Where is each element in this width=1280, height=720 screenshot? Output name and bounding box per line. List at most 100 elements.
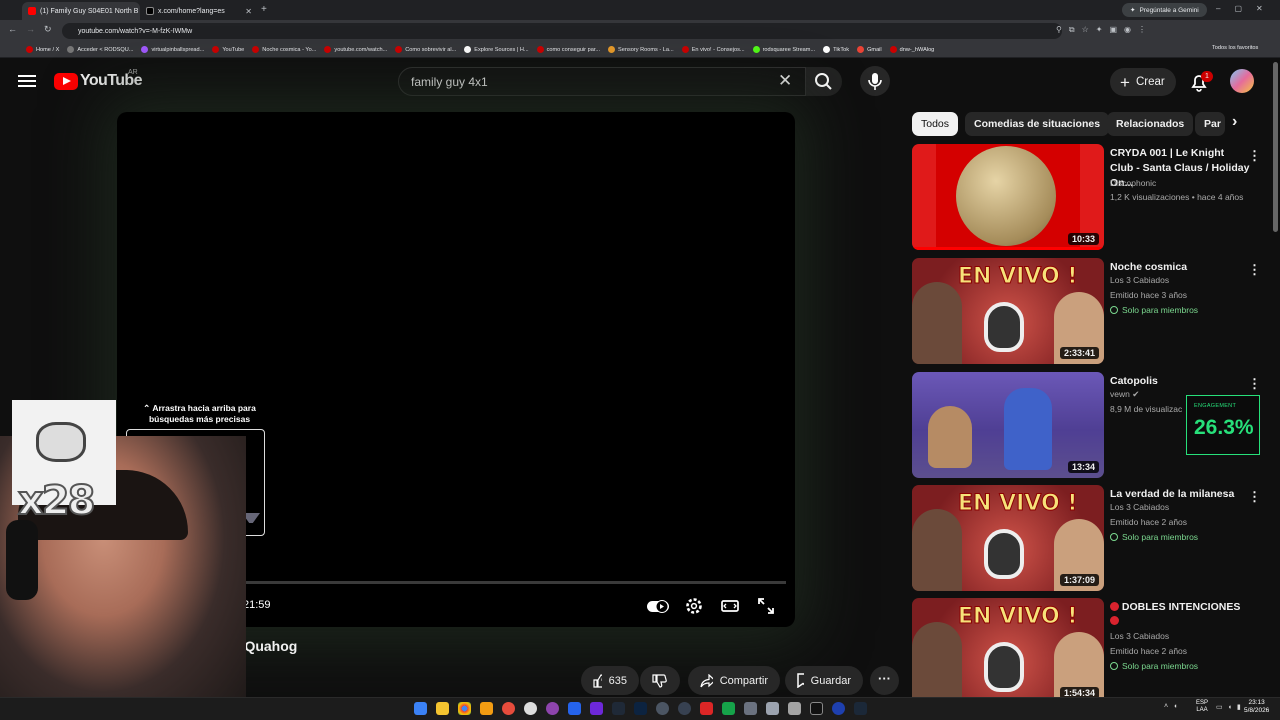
search-input[interactable]: family guy 4x1 bbox=[398, 67, 806, 96]
app-icon[interactable] bbox=[612, 702, 625, 715]
file-explorer-icon[interactable] bbox=[436, 702, 449, 715]
recommendation-item[interactable]: EN VIVO ! 1:37:09 La verdad de la milane… bbox=[912, 485, 1272, 591]
bookmark-item[interactable]: youtube.com/watch... bbox=[324, 46, 387, 53]
share-button[interactable]: Compartir bbox=[688, 666, 780, 695]
video-title[interactable]: DOBLES INTENCIONES bbox=[1110, 600, 1250, 630]
bookmark-item[interactable]: virtualpinballspread... bbox=[141, 46, 204, 53]
save-button[interactable]: Guardar bbox=[785, 666, 863, 695]
bookmark-item[interactable]: Sensory Rooms - La... bbox=[608, 46, 674, 53]
more-options-icon[interactable]: ⋮ bbox=[1248, 148, 1261, 164]
dislike-button[interactable] bbox=[640, 666, 680, 695]
bookmark-item[interactable]: dnw-_hWAlog bbox=[889, 46, 934, 53]
bookmark-item[interactable]: Explore Sources | H... bbox=[464, 46, 529, 53]
chevron-right-icon[interactable]: › bbox=[1232, 113, 1237, 131]
channel-name[interactable]: Los 3 Cabiados bbox=[1110, 500, 1169, 515]
app-icon[interactable] bbox=[700, 702, 713, 715]
search-button[interactable] bbox=[806, 67, 842, 96]
chip-partial[interactable]: Par bbox=[1195, 112, 1225, 136]
bookmark-item[interactable]: Gmail bbox=[857, 46, 882, 53]
app-icon[interactable] bbox=[524, 702, 537, 715]
terminal-icon[interactable] bbox=[810, 702, 823, 715]
avatar[interactable] bbox=[1230, 69, 1254, 93]
new-tab-icon[interactable]: + bbox=[261, 4, 267, 15]
close-tab-icon[interactable]: ✕ bbox=[245, 7, 252, 16]
channel-name[interactable]: Los 3 Cabiados bbox=[1110, 629, 1169, 644]
app-icon[interactable] bbox=[832, 702, 845, 715]
channel-name[interactable]: Discophonic bbox=[1110, 176, 1156, 191]
language-indicator[interactable]: ESP LAA bbox=[1196, 700, 1208, 714]
menu-icon[interactable] bbox=[18, 72, 36, 90]
bookmark-item[interactable]: Acceder < RODSQU... bbox=[67, 46, 133, 53]
app-icon[interactable] bbox=[678, 702, 691, 715]
windows-start-icon[interactable] bbox=[414, 702, 427, 715]
video-thumbnail[interactable]: EN VIVO ! 2:33:41 bbox=[912, 258, 1104, 364]
page-scrollbar[interactable] bbox=[1273, 62, 1278, 232]
autoplay-toggle[interactable] bbox=[646, 596, 669, 616]
theater-mode-button[interactable] bbox=[720, 596, 740, 616]
duration-badge: 13:34 bbox=[1067, 461, 1099, 473]
youtube-logo-icon[interactable] bbox=[54, 73, 78, 90]
photoshop-icon[interactable] bbox=[634, 702, 647, 715]
chip-comedias[interactable]: Comedias de situaciones bbox=[965, 112, 1110, 136]
video-thumbnail[interactable]: EN VIVO ! 1:54:34 bbox=[912, 598, 1104, 697]
bookmark-item[interactable]: Como sobrevivir al... bbox=[395, 46, 456, 53]
tab-youtube[interactable]: (1) Family Guy S04E01 North B ✕ bbox=[22, 2, 140, 20]
channel-name[interactable]: Los 3 Cabiados bbox=[1110, 273, 1169, 288]
like-button[interactable]: 635 bbox=[581, 666, 639, 695]
gemini-button[interactable]: ✦ Pregúntale a Gemini bbox=[1122, 3, 1207, 17]
fullscreen-button[interactable] bbox=[756, 596, 776, 616]
app-icon[interactable] bbox=[568, 702, 581, 715]
video-thumbnail[interactable]: EN VIVO ! 1:37:09 bbox=[912, 485, 1104, 591]
window-controls[interactable]: –▢✕ bbox=[1216, 4, 1277, 13]
bookmark-item[interactable]: como conseguir par... bbox=[536, 46, 600, 53]
clear-search-icon[interactable]: ✕ bbox=[778, 71, 792, 91]
settings-button[interactable] bbox=[684, 596, 704, 616]
more-options-icon[interactable]: ⋮ bbox=[1248, 376, 1261, 392]
bookmark-item[interactable]: Home / X bbox=[26, 46, 59, 53]
create-label: Crear bbox=[1135, 76, 1165, 88]
app-icon[interactable] bbox=[590, 702, 603, 715]
more-actions-button[interactable]: ··· bbox=[870, 666, 899, 695]
back-icon[interactable]: ← bbox=[8, 24, 17, 34]
app-icon[interactable] bbox=[788, 702, 801, 715]
url-bar[interactable]: youtube.com/watch?v=-M-fzK-IWMw bbox=[62, 23, 1062, 39]
chrome-icon[interactable] bbox=[458, 702, 471, 715]
channel-name[interactable]: vewn ✔ bbox=[1110, 387, 1139, 402]
like-count: 635 bbox=[608, 674, 627, 687]
tab-x[interactable]: x.com/home?lang=es ✕ bbox=[140, 2, 258, 20]
steam-icon[interactable] bbox=[854, 702, 867, 715]
app-icon[interactable] bbox=[502, 702, 515, 715]
progress-bar[interactable] bbox=[240, 581, 786, 584]
app-icon[interactable] bbox=[656, 702, 669, 715]
app-icon[interactable] bbox=[546, 702, 559, 715]
more-options-icon[interactable]: ⋮ bbox=[1248, 262, 1261, 278]
tray-icons[interactable]: ˄◐ bbox=[1164, 703, 1184, 710]
recommendation-item[interactable]: EN VIVO ! 2:33:41 Noche cosmica Los 3 Ca… bbox=[912, 258, 1272, 364]
video-thumbnail[interactable]: 13:34 bbox=[912, 372, 1104, 478]
plus-icon: + bbox=[1120, 72, 1130, 92]
chip-todos[interactable]: Todos bbox=[912, 112, 959, 136]
chip-relacionados[interactable]: Relacionados bbox=[1107, 112, 1194, 136]
microphone-image bbox=[984, 529, 1024, 579]
bookmark-item[interactable]: TikTok bbox=[823, 46, 849, 53]
bookmark-item[interactable]: En vivo! - Consejos... bbox=[681, 46, 745, 53]
bookmark-item[interactable]: YouTube bbox=[212, 46, 244, 53]
forward-icon[interactable]: → bbox=[26, 24, 35, 34]
bookmark-item[interactable]: Noche cosmica - Yo... bbox=[252, 46, 316, 53]
system-tray-icons[interactable]: ▭◖▮ bbox=[1216, 703, 1246, 711]
toolbar-icons[interactable]: ⚲⧉☆✦▣◉⋮ bbox=[1056, 25, 1153, 35]
reload-icon[interactable]: ↻ bbox=[44, 24, 52, 35]
app-icon[interactable] bbox=[722, 702, 735, 715]
recommendation-item[interactable]: 10:33 CRYDA 001 | Le Knight Club - Santa… bbox=[912, 144, 1272, 250]
all-bookmarks[interactable]: Todos los favoritos bbox=[1212, 45, 1258, 51]
clock[interactable]: 23:13 5/8/2026 bbox=[1244, 699, 1269, 715]
video-thumbnail[interactable]: 10:33 bbox=[912, 144, 1104, 250]
search-app-icon[interactable] bbox=[480, 702, 493, 715]
bookmark-item[interactable]: rodsquaree Stream... bbox=[752, 46, 815, 53]
app-icon[interactable] bbox=[766, 702, 779, 715]
create-button[interactable]: + Crear bbox=[1110, 68, 1176, 96]
voice-search-button[interactable] bbox=[860, 66, 890, 96]
recommendation-item[interactable]: EN VIVO ! 1:54:34 DOBLES INTENCIONES Los… bbox=[912, 598, 1272, 697]
app-icon[interactable] bbox=[744, 702, 757, 715]
more-options-icon[interactable]: ⋮ bbox=[1248, 489, 1261, 505]
